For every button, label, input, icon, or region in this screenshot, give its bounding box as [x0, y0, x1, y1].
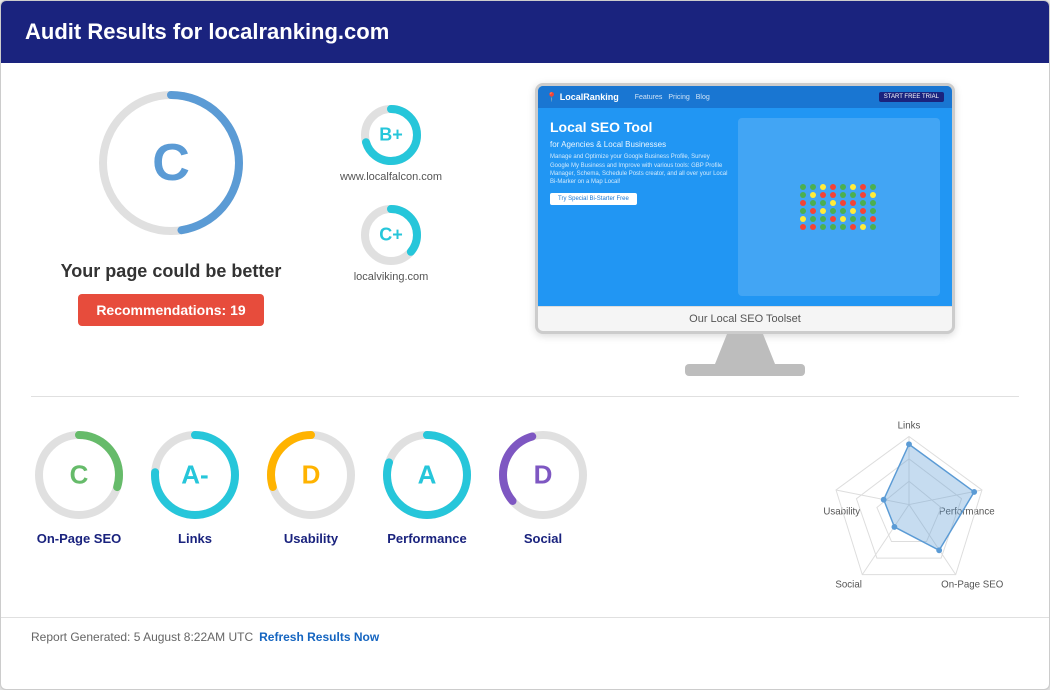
category-social: D Social [495, 427, 591, 546]
competitor-item: B+ www.localfalcon.com [331, 103, 451, 183]
competitor-item-localviking: C+ localviking.com [331, 203, 451, 283]
competitors-area: B+ www.localfalcon.com C+ localviking.co… [331, 83, 451, 283]
radar-chart: Links Performance On-Page SEO Social Usa… [809, 417, 1009, 597]
cat-label-on-page-seo: On-Page SEO [37, 531, 122, 546]
footer-bar: Report Generated: 5 August 8:22AM UTC Re… [1, 617, 1049, 656]
categories-section: C On-Page SEO A- Links [31, 417, 789, 546]
monitor-mockup: 📍 LocalRanking Features Pricing Blog STA… [535, 83, 955, 334]
monitor-nav-btn: START FREE TRIAL [879, 92, 944, 102]
grade-area: C Your page could be better Recommendati… [31, 83, 311, 326]
refresh-results-link[interactable]: Refresh Results Now [259, 630, 379, 644]
svg-text:On-Page SEO: On-Page SEO [941, 579, 1004, 590]
svg-text:Social: Social [835, 579, 861, 590]
competitor-name-localfalcon: www.localfalcon.com [340, 171, 442, 183]
nav-blog: Blog [696, 94, 710, 101]
monitor-base [685, 364, 805, 376]
cat-grade-on-page-seo: C [70, 460, 89, 491]
grade-message: Your page could be better [61, 261, 282, 282]
category-usability: D Usability [263, 427, 359, 546]
monitor-stand [715, 334, 775, 364]
competitor-circle-localfalcon: B+ [359, 103, 423, 167]
monitor-logo: 📍 LocalRanking [546, 92, 619, 103]
top-section: C Your page could be better Recommendati… [31, 83, 1019, 376]
page-header: Audit Results for localranking.com [1, 1, 1049, 63]
audit-window: Audit Results for localranking.com C You… [0, 0, 1050, 690]
map-dots-grid [796, 180, 882, 234]
cat-label-performance: Performance [387, 531, 466, 546]
monitor-hero-desc: Manage and Optimize your Google Business… [550, 153, 730, 187]
main-grade-letter: C [152, 133, 190, 193]
cat-circle-links: A- [147, 427, 243, 523]
competitor-name-localviking: localviking.com [354, 271, 429, 283]
cat-label-links: Links [178, 531, 212, 546]
category-performance: A Performance [379, 427, 475, 546]
svg-text:Links: Links [898, 421, 921, 432]
page-title: Audit Results for localranking.com [25, 19, 389, 44]
cat-grade-links: A- [181, 460, 208, 491]
competitor-circle-localviking: C+ [359, 203, 423, 267]
cat-circle-on-page-seo: C [31, 427, 127, 523]
monitor-hero: Local SEO Tool for Agencies & Local Busi… [538, 108, 952, 306]
monitor-hero-title: Local SEO Tool [550, 118, 730, 136]
main-content: C Your page could be better Recommendati… [1, 63, 1049, 617]
section-divider [31, 396, 1019, 397]
monitor-footer: Our Local SEO Toolset [538, 306, 952, 331]
monitor-area: 📍 LocalRanking Features Pricing Blog STA… [471, 83, 1019, 376]
main-grade-circle: C [91, 83, 251, 243]
report-generated-text: Report Generated: 5 August 8:22AM UTC [31, 630, 253, 644]
recommendations-button[interactable]: Recommendations: 19 [78, 294, 263, 326]
monitor-screen: 📍 LocalRanking Features Pricing Blog STA… [538, 86, 952, 306]
competitor-grade-localfalcon: B+ [379, 125, 403, 146]
cat-label-social: Social [524, 531, 562, 546]
competitor-grade-localviking: C+ [379, 225, 403, 246]
bottom-section: C On-Page SEO A- Links [31, 417, 1019, 597]
cat-grade-usability: D [302, 460, 321, 491]
category-on-page-seo: C On-Page SEO [31, 427, 127, 546]
cat-grade-social: D [534, 460, 553, 491]
monitor-hero-cta: Try Special Bi-Starter Free [550, 193, 637, 205]
cat-circle-social: D [495, 427, 591, 523]
cat-grade-performance: A [418, 460, 437, 491]
category-links: A- Links [147, 427, 243, 546]
monitor-hero-subtitle: for Agencies & Local Businesses [550, 140, 730, 149]
nav-features: Features [635, 94, 663, 101]
nav-pricing: Pricing [668, 94, 689, 101]
cat-label-usability: Usability [284, 531, 338, 546]
monitor-hero-text: Local SEO Tool for Agencies & Local Busi… [550, 118, 730, 296]
radar-chart-area: Links Performance On-Page SEO Social Usa… [799, 417, 1019, 597]
monitor-hero-image [738, 118, 940, 296]
monitor-nav: 📍 LocalRanking Features Pricing Blog STA… [538, 86, 952, 108]
cat-circle-performance: A [379, 427, 475, 523]
monitor-nav-links: Features Pricing Blog [635, 94, 710, 101]
cat-circle-usability: D [263, 427, 359, 523]
